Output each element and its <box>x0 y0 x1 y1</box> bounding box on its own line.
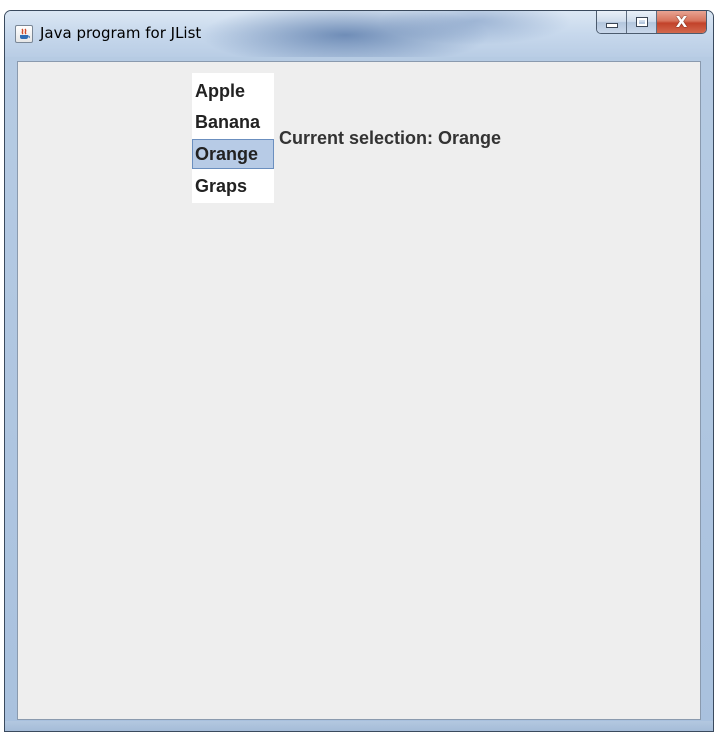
current-selection-label: Current selection: Orange <box>279 128 501 149</box>
selection-value: Orange <box>438 128 502 148</box>
content-pane: Apple Banana Orange Graps Current select… <box>17 61 701 720</box>
list-item-banana[interactable]: Banana <box>192 107 274 137</box>
close-button[interactable]: X <box>657 11 706 33</box>
maximize-icon <box>635 17 648 27</box>
minimize-button[interactable] <box>597 11 627 33</box>
window-bottom-border <box>5 721 713 731</box>
maximize-button[interactable] <box>627 11 657 33</box>
minimize-icon <box>605 23 618 28</box>
window-controls: X <box>596 11 707 34</box>
list-item-graps[interactable]: Graps <box>192 171 274 201</box>
list-item-orange[interactable]: Orange <box>192 139 274 169</box>
selection-caption: Current selection: <box>279 128 434 148</box>
fruit-list[interactable]: Apple Banana Orange Graps <box>192 73 274 203</box>
title-bar[interactable]: Java program for JList X <box>5 11 713 57</box>
app-window: Java program for JList X Apple Banana Or… <box>4 10 714 732</box>
java-app-icon[interactable] <box>15 25 33 43</box>
list-item-apple[interactable]: Apple <box>192 76 274 106</box>
close-icon: X <box>675 13 688 31</box>
window-title: Java program for JList <box>40 24 202 42</box>
